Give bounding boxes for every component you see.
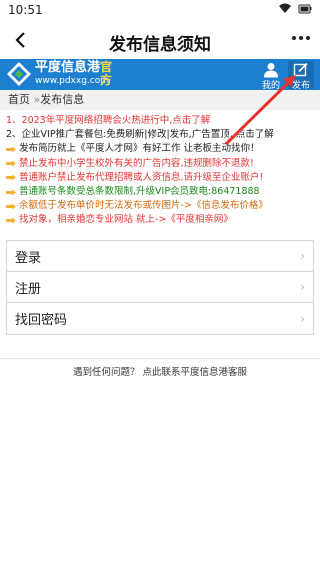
chevron-right-icon: › — [300, 311, 305, 326]
pointing-hand-icon — [6, 160, 16, 167]
more-dot-icon — [306, 36, 310, 40]
notice-text: 2、企业VIP推广套餐包:免费刷新|修改|发布,广告置顶, 点击了解 — [6, 129, 274, 141]
notice-item[interactable]: 发布简历就上《平度人才网》有好工作 让老板主动找你！ — [6, 142, 318, 156]
menu-item-label: 找回密码 — [15, 313, 68, 328]
chevron-right-icon: › — [300, 280, 305, 294]
notice-text: 1、2023年平度网络招聘会火热进行中,点击了解 — [6, 115, 211, 126]
notice-item[interactable]: 普通账户禁止发布代理招聘或人资信息,请升级至企业账户! — [6, 171, 318, 185]
notice-text: 普通账户禁止发布代理招聘或人资信息,请升级至企业账户! — [19, 171, 264, 183]
notice-text: 找对象，相亲婚恋专业网站 就上->《平度相亲网》 — [19, 214, 233, 226]
notice-item[interactable]: 2、企业VIP推广套餐包:免费刷新|修改|发布,广告置顶, 点击了解 — [6, 128, 318, 142]
mine-button[interactable]: 我的 — [258, 61, 284, 91]
page-title: 发布信息须知 — [109, 35, 211, 55]
wifi-icon — [279, 3, 291, 13]
notice-item[interactable]: 余额低于发布单价时无法发布或传图片->《信息发布价格》 — [6, 199, 318, 213]
battery-icon — [298, 4, 312, 14]
notice-list: 1、2023年平度网络招聘会火热进行中,点击了解 2、企业VIP推广套餐包:免费刷… — [6, 114, 318, 228]
status-time: 10:51 — [8, 3, 43, 17]
breadcrumb-home[interactable]: 首页 — [8, 93, 30, 106]
menu-item-label: 登录 — [15, 250, 42, 266]
pointing-hand-icon — [6, 203, 16, 210]
notice-text: 普通账号条数受总条数限制,升级VIP会员致电:86471888 — [19, 186, 260, 198]
notice-item[interactable]: 禁止发布中小学生校外有关的广告内容,违规删除不退款! — [6, 157, 318, 171]
more-button[interactable] — [292, 36, 310, 40]
pointing-hand-icon — [6, 146, 16, 153]
site-banner: 平度信息港 www.pdxxg.com 官方 我的 发布 — [0, 59, 320, 91]
notice-item[interactable]: 找对象，相亲婚恋专业网站 就上->《平度相亲网》 — [6, 213, 318, 227]
pointing-hand-icon — [6, 189, 16, 196]
recover-password-item[interactable]: 找回密码 › — [7, 303, 313, 334]
publish-button[interactable]: 发布 — [288, 61, 314, 91]
more-dot-icon — [299, 36, 303, 40]
contact-support-link[interactable]: 遇到任何问题？ 点此联系平度信息港客服 — [0, 364, 320, 378]
more-dot-icon — [292, 36, 296, 40]
status-bar: 10:51 — [0, 0, 320, 22]
notice-item[interactable]: 普通账号条数受总条数限制,升级VIP会员致电:86471888 — [6, 185, 318, 199]
edit-icon — [293, 62, 308, 77]
pointing-hand-icon — [6, 217, 16, 224]
logo-text: 平度信息港 — [35, 60, 101, 75]
status-icons — [278, 3, 312, 14]
register-item[interactable]: 注册 › — [7, 272, 313, 303]
login-item[interactable]: 登录 › — [7, 241, 313, 272]
divider — [0, 358, 320, 359]
user-icon — [264, 63, 278, 78]
notice-text: 余额低于发布单价时无法发布或传图片->《信息发布价格》 — [19, 200, 268, 212]
notice-item[interactable]: 1、2023年平度网络招聘会火热进行中,点击了解 — [6, 114, 318, 128]
site-logo-icon[interactable] — [6, 61, 32, 87]
account-menu: 登录 › 注册 › 找回密码 › — [6, 240, 314, 335]
logo-url: www.pdxxg.com — [35, 76, 109, 86]
breadcrumb-current: 发布信息 — [40, 93, 85, 106]
notice-text: 禁止发布中小学生校外有关的广告内容,违规删除不退款! — [19, 157, 254, 169]
pointing-hand-icon — [6, 174, 16, 181]
chevron-right-icon: › — [300, 249, 305, 263]
breadcrumb: 首页 »发布信息 — [0, 90, 320, 110]
nav-bar: 发布信息须知 — [0, 22, 320, 58]
notice-text: 发布简历就上《平度人才网》有好工作 让老板主动找你！ — [19, 143, 260, 155]
logo-official-badge: 官方 — [100, 60, 113, 87]
menu-item-label: 注册 — [15, 281, 42, 297]
